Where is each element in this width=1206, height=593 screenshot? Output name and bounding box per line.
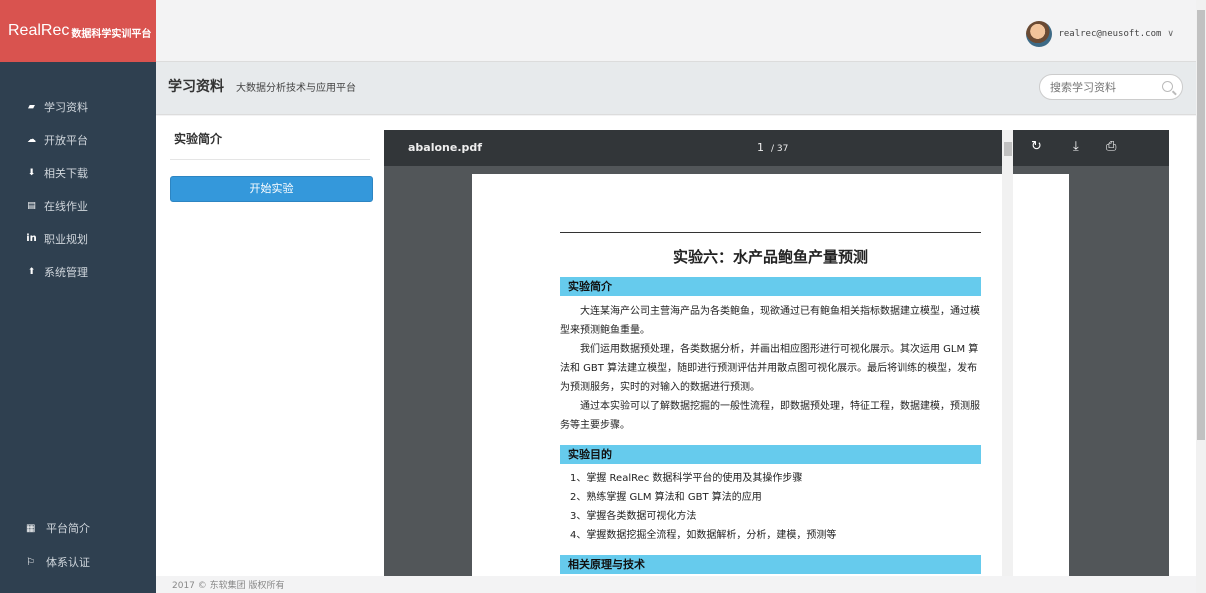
sidebar: RealRec 数据科学实训平台 ▰ 学习资料 ☁ 开放平台 ⬇ 相关下载 ▤ 在线作业… <box>0 0 156 593</box>
paragraph: 通过本实验可以了解数据挖掘的一般性流程，即数据预处理，特征工程，数据建模，预测服… <box>560 401 980 431</box>
sidebar-item-label: 体系认证 <box>46 556 90 569</box>
print-icon[interactable]: ⎙ <box>1106 139 1116 154</box>
brand-name: RealRec <box>8 22 70 39</box>
flag-icon: ⚐ <box>26 556 35 568</box>
newspaper-icon: ▤ <box>27 200 36 211</box>
pdf-scrollbar[interactable] <box>1002 130 1013 576</box>
section-heading: 实验目的 <box>560 445 981 464</box>
section-heading: 相关原理与技术 <box>560 555 981 574</box>
list-item: 4、掌握数据挖掘全流程，如数据解析，分析，建模，预测等 <box>570 530 837 541</box>
sidebar-item-learning[interactable]: ▰ 学习资料 <box>0 90 156 123</box>
arrow-up-icon: ⬆ <box>27 266 36 277</box>
avatar[interactable] <box>1026 21 1053 47</box>
paragraph: 大连某海产公司主营海产品为各类鲍鱼，现欲通过已有鲍鱼相关指标数据建立模型，通过模… <box>560 306 980 336</box>
pdf-toolbar: abalone.pdf 1 / 37 ↻ ⤓ ⎙ <box>384 130 1169 166</box>
page-subtitle: 大数据分析技术与应用平台 <box>236 83 356 94</box>
sidebar-bottom-nav: ▦ 平台简介 ⚐ 体系认证 <box>0 511 156 579</box>
sidebar-item-homework[interactable]: ▤ 在线作业 <box>0 189 156 222</box>
sidebar-item-label: 相关下载 <box>44 166 88 180</box>
sidebar-item-label: 在线作业 <box>44 199 88 213</box>
sidebar-item-open-platform[interactable]: ☁ 开放平台 <box>0 123 156 156</box>
sidebar-item-label: 开放平台 <box>44 133 88 147</box>
experiment-panel: 实验简介 开始实验 <box>170 130 373 202</box>
pdf-viewer: abalone.pdf 1 / 37 ↻ ⤓ ⎙ 实验六：水产品鲍鱼产量预测 实… <box>384 130 1169 576</box>
sidebar-item-label: 学习资料 <box>44 100 88 114</box>
linkedin-icon: in <box>26 233 37 244</box>
start-experiment-button[interactable]: 开始实验 <box>170 176 373 202</box>
download-icon[interactable]: ⤓ <box>1073 139 1079 154</box>
pdf-filename: abalone.pdf <box>408 141 483 154</box>
list-item: 2、熟练掌握 GLM 算法和 GBT 算法的应用 <box>570 492 762 503</box>
sidebar-item-label: 系统管理 <box>44 265 88 279</box>
search-icon[interactable] <box>1162 81 1173 92</box>
paragraph: 我们运用数据预处理，各类数据分析，并画出相应图形进行可视化展示。其次运用 GLM… <box>560 344 979 393</box>
sidebar-item-certification[interactable]: ⚐ 体系认证 <box>0 545 156 579</box>
window-scrollbar[interactable] <box>1196 0 1206 593</box>
sidebar-nav: ▰ 学习资料 ☁ 开放平台 ⬇ 相关下载 ▤ 在线作业 in 职业规划 ⬆ 系统管理 <box>0 90 156 288</box>
cloud-icon: ☁ <box>27 134 36 145</box>
sidebar-item-downloads[interactable]: ⬇ 相关下载 <box>0 156 156 189</box>
user-menu[interactable]: realrec@neusoft.com ∨ <box>1026 21 1174 47</box>
chevron-down-icon: ∨ <box>1167 29 1174 39</box>
section-heading: 实验简介 <box>560 277 981 296</box>
sidebar-item-system[interactable]: ⬆ 系统管理 <box>0 255 156 288</box>
list-item: 3、掌握各类数据可视化方法 <box>570 511 697 522</box>
film-icon: ▦ <box>26 522 36 534</box>
pdf-page: 实验六：水产品鲍鱼产量预测 实验简介 大连某海产公司主营海产品为各类鲍鱼，现欲通… <box>472 174 1069 576</box>
document-title: 实验六：水产品鲍鱼产量预测 <box>672 248 868 266</box>
search-box <box>1039 74 1183 100</box>
top-bar: realrec@neusoft.com ∨ <box>156 8 1196 61</box>
user-email: realrec@neusoft.com <box>1058 29 1162 39</box>
main-content: 实验简介 开始实验 abalone.pdf 1 / 37 ↻ ⤓ ⎙ 实验六：水… <box>156 116 1196 576</box>
footer: 2017 © 东软集团 版权所有 <box>156 576 1196 593</box>
search-input[interactable] <box>1050 75 1160 99</box>
pdf-scrollbar-thumb[interactable] <box>1004 142 1012 156</box>
list-item: 1、掌握 RealRec 数据科学平台的使用及其操作步骤 <box>570 473 803 484</box>
sidebar-item-career[interactable]: in 职业规划 <box>0 222 156 255</box>
panel-title: 实验简介 <box>170 130 370 160</box>
sidebar-item-label: 职业规划 <box>44 232 88 246</box>
goals-list: 1、掌握 RealRec 数据科学平台的使用及其操作步骤 2、熟练掌握 GLM … <box>560 469 981 545</box>
brand-subtitle: 数据科学实训平台 <box>71 29 152 40</box>
header-rule <box>560 232 981 233</box>
window-scrollbar-thumb[interactable] <box>1197 10 1205 440</box>
brand-logo[interactable]: RealRec 数据科学实训平台 <box>0 0 156 62</box>
page-indicator: 1 / 37 <box>757 141 788 154</box>
sidebar-item-intro[interactable]: ▦ 平台简介 <box>0 511 156 545</box>
sidebar-item-label: 平台简介 <box>46 522 90 535</box>
rotate-icon[interactable]: ↻ <box>1031 139 1042 154</box>
copyright: 2017 © 东软集团 版权所有 <box>172 581 285 591</box>
current-page[interactable]: 1 <box>757 141 764 154</box>
book-icon: ▰ <box>28 101 35 112</box>
total-pages: / 37 <box>771 144 789 154</box>
page-header: 学习资料 大数据分析技术与应用平台 <box>156 61 1196 115</box>
page-title: 学习资料 <box>168 79 224 95</box>
cloud-download-icon: ⬇ <box>27 167 36 178</box>
